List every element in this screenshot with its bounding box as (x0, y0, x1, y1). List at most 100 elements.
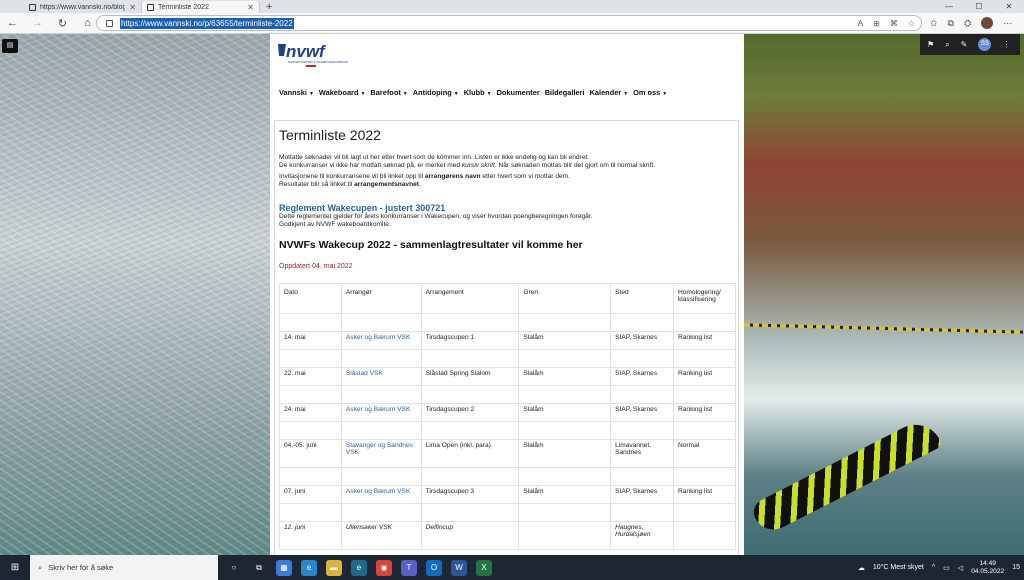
network-icon[interactable]: ▭ (943, 564, 950, 572)
edge-dev-icon[interactable]: e (351, 559, 367, 576)
lock-icon[interactable] (106, 19, 113, 27)
new-tab-button[interactable]: + (260, 1, 278, 13)
word-icon[interactable]: W (451, 559, 467, 576)
forward-arrow-icon[interactable]: → (25, 17, 50, 29)
organizer-link[interactable]: Asker og Bærum VSK (340, 403, 422, 422)
nav-item-dokumenter[interactable]: Dokumenter (497, 88, 540, 97)
nvwf-logo[interactable]: nvwf NORGES VANNSKI & WAKEBOARDFORBUND (276, 40, 350, 70)
chrome-icon[interactable]: ◉ (376, 559, 392, 576)
background-photo-water (0, 34, 270, 555)
address-bar[interactable]: https://www.vannski.no/p/63655/terminlis… (96, 15, 922, 31)
place-cell: SIAP, Skarnes (610, 367, 674, 386)
teams-icon[interactable]: T (401, 559, 417, 576)
minimize-button[interactable]: — (934, 1, 964, 13)
nav-item-barefoot[interactable]: Barefoot ▼ (370, 88, 407, 97)
volume-icon[interactable]: ◁ (958, 564, 963, 572)
table-row: 22. mai Slåstad VSK Slåstad Spring Slalo… (279, 367, 736, 386)
organizer-link[interactable]: Slåstad VSK (340, 367, 422, 386)
windows-start-icon[interactable]: ⊞ (0, 562, 30, 573)
date-cell: 12. juni (279, 521, 342, 550)
organizer-link[interactable]: Stavanger og Sandnes VSK (340, 439, 422, 468)
page-title: Terminliste 2022 (279, 127, 381, 143)
table-row: 07. juni Asker og Bærum VSK Tirsdagscupe… (279, 485, 736, 504)
nav-item-klubb[interactable]: Klubb ▼ (464, 88, 492, 97)
address-bar-url[interactable]: https://www.vannski.no/p/63655/terminlis… (120, 17, 294, 29)
rules-link[interactable]: Reglement Wakecupen - justert 300721 (279, 203, 445, 213)
favorites-icon[interactable]: ✩ (930, 18, 938, 29)
organizer-link[interactable]: Asker og Bærum VSK (340, 331, 422, 350)
notification-badge[interactable]: 15 (1012, 564, 1020, 571)
close-tab-icon[interactable]: ✕ (247, 3, 254, 12)
browser-tab-blog[interactable]: https://www.vannski.no/blog/ne ✕ (24, 1, 142, 13)
cortana-icon[interactable]: ○ (226, 560, 242, 576)
table-spacer-row (279, 313, 736, 332)
favorite-star-icon[interactable]: ☆ (908, 19, 915, 28)
nav-item-wakeboard[interactable]: Wakeboard ▼ (319, 88, 366, 97)
maximize-button[interactable]: ☐ (964, 1, 994, 13)
tab-title: Terminliste 2022 (158, 3, 209, 11)
place-cell: SIAP, Skarnes (610, 485, 674, 504)
table-row: 14. mai Asker og Bærum VSK Tirsdagscupen… (279, 331, 736, 350)
app-available-icon[interactable]: ⊞ (873, 19, 880, 28)
event-cell: Lima Open (inkl. para). (420, 439, 520, 468)
event-cell: Tirsdagscupen 3 (420, 485, 520, 504)
place-cell: SIAP, Skarnes (610, 331, 674, 350)
tab-title: https://www.vannski.no/blog/ne (40, 3, 126, 11)
nav-item-bildegalleri[interactable]: Bildegalleri (545, 88, 585, 97)
events-table: Dato Arrangør Arrangement Gren Sted Homo… (279, 283, 736, 550)
nav-item-kalender[interactable]: Kalender ▼ (590, 88, 629, 97)
wrench-icon[interactable]: ✎ (961, 40, 968, 49)
class-cell: Ranking list (673, 367, 736, 386)
read-aloud-icon[interactable]: A (858, 19, 863, 28)
discipline-cell: Slalåm (518, 367, 612, 386)
more-menu-icon[interactable]: ⋮ (1002, 40, 1010, 49)
nav-item-vannski[interactable]: Vannski ▼ (279, 88, 314, 97)
table-row: 04.-05. juni Stavanger og Sandnes VSK Li… (279, 439, 736, 468)
web-page: ▤ ⚑ ⌕ ✎ SS ⋮ nvwf NORGES VANNSKI & WAKEB… (0, 34, 1024, 555)
chevron-down-icon: ▼ (402, 91, 408, 97)
discipline-cell: Slalåm (518, 331, 612, 350)
table-spacer-row (279, 503, 736, 522)
admin-avatar[interactable]: SS (978, 38, 992, 51)
browser-toolbar: ← → ↻ ⌂ https://www.vannski.no/p/63655/t… (0, 13, 1024, 34)
svg-text:NORGES VANNSKI & WAKEBOARDFORB: NORGES VANNSKI & WAKEBOARDFORBUND (288, 60, 348, 64)
admin-bar: ⚑ ⌕ ✎ SS ⋮ (920, 34, 1020, 55)
close-window-button[interactable]: ✕ (994, 1, 1024, 13)
nav-item-antidoping[interactable]: Antidoping ▼ (413, 88, 459, 97)
column-header: Dato (279, 283, 342, 314)
organizer-link[interactable]: Asker og Bærum VSK (340, 485, 422, 504)
chevron-down-icon: ▼ (308, 91, 314, 97)
date-cell: 22. mai (279, 367, 342, 386)
chevron-down-icon: ▼ (623, 91, 629, 97)
column-header: Arrangør (340, 283, 422, 314)
collections-icon[interactable]: ⧉ (948, 18, 954, 29)
file-explorer-icon[interactable]: ▬ (326, 559, 342, 576)
search-icon[interactable]: ⌕ (945, 40, 949, 50)
event-cell: Slåstad Spring Slalom (420, 367, 520, 386)
organizer-cell: Ullensaker VSK (340, 521, 422, 550)
translate-icon[interactable]: ⌘ (890, 19, 898, 28)
extensions-icon[interactable]: ⛭ (964, 18, 971, 29)
clock[interactable]: 14:49 04.05.2022 (971, 560, 1004, 576)
flag-icon[interactable]: ⚑ (927, 40, 934, 49)
edge-icon[interactable]: e (301, 559, 317, 576)
back-arrow-icon[interactable]: ← (0, 17, 25, 29)
nav-item-om-oss[interactable]: Om oss ▼ (633, 88, 667, 97)
excel-icon[interactable]: X (476, 559, 492, 576)
weather-icon[interactable]: ☁ (858, 564, 865, 572)
task-view-icon[interactable]: ⧉ (251, 560, 267, 576)
discipline-cell: Slalåm (518, 403, 612, 422)
close-tab-icon[interactable]: ✕ (129, 3, 136, 12)
refresh-icon[interactable]: ↻ (50, 17, 75, 30)
sidebar-toggle-icon[interactable]: ▤ (2, 39, 18, 53)
background-photo-wakeboard (744, 34, 1024, 555)
taskbar-search[interactable]: ⌕ Skriv her for å søke (30, 555, 218, 580)
app-icon[interactable]: ▦ (276, 559, 292, 576)
tray-chevron-icon[interactable]: ^ (932, 564, 935, 571)
browser-tab-terminliste[interactable]: Terminliste 2022 ✕ (142, 1, 260, 13)
outlook-icon[interactable]: O (426, 559, 442, 576)
weather-text[interactable]: 10°C Mest skyet (873, 564, 924, 571)
more-menu-icon[interactable]: ⋯ (1003, 18, 1012, 29)
profile-avatar[interactable] (981, 17, 994, 29)
address-bar-icons: A ⊞ ⌘ ☆ (858, 19, 915, 28)
